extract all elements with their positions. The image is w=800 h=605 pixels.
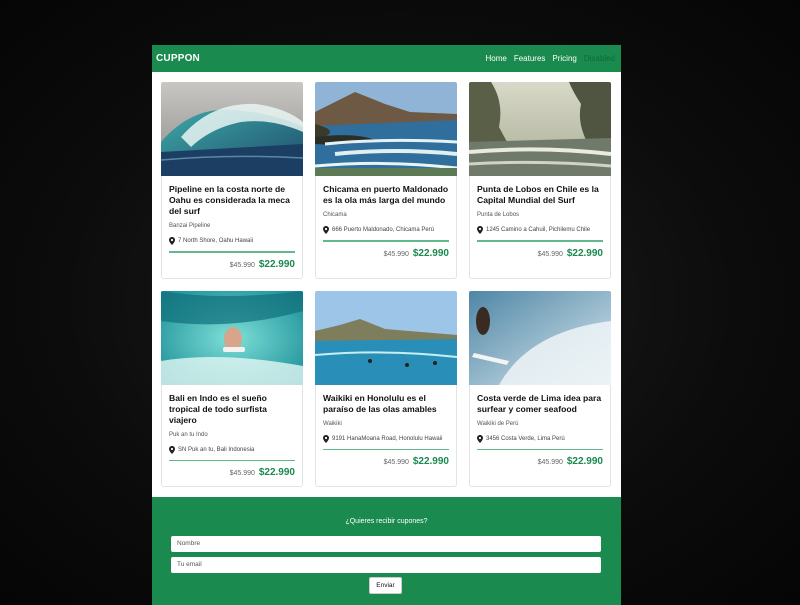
card-subtitle: Banzai Pipeline [169, 223, 211, 229]
card-title: Costa verde de Lima idea para surfear y … [477, 392, 602, 414]
cards-grid: Pipeline en la costa norte de Oahu es co… [152, 72, 621, 487]
address-text: 666 Puerto Maldonado, Chicama Perú [332, 227, 435, 233]
current-price: $22.990 [566, 456, 603, 467]
address-text: 1245 Camino a Cahuil, Pichilemu Chile [486, 227, 591, 233]
card-price: $45.990 $22.990 [477, 456, 603, 467]
coupon-card[interactable]: Bali en Indo es el sueño tropical de tod… [161, 290, 303, 487]
card-divider [323, 240, 449, 242]
submit-button[interactable]: Enviar [369, 577, 402, 594]
card-divider [169, 459, 295, 461]
map-pin-icon [477, 226, 483, 234]
card-image[interactable] [161, 82, 303, 176]
map-pin-icon [323, 226, 329, 234]
current-price: $22.990 [412, 247, 449, 259]
old-price: $45.990 [229, 261, 255, 269]
map-pin-icon [169, 445, 175, 454]
card-subtitle: Waikiki de Perú [477, 420, 519, 427]
card-price: $45.990 $22.990 [323, 456, 449, 467]
name-input[interactable]: Nombre [171, 536, 601, 552]
coupon-card[interactable]: Waikiki en Honolulu es el paraíso de las… [315, 290, 457, 487]
card-subtitle: Punta de Lobos [477, 212, 520, 218]
address-text: 9191 HanaMoana Road, Honolulu Hawaii [332, 435, 443, 442]
card-price: $45.990 $22.990 [169, 467, 295, 478]
old-price: $45.990 [383, 250, 409, 258]
card-subtitle: Puk an tu Indo [169, 431, 208, 438]
card-address: 1245 Camino a Cahuil, Pichilemu Chile [477, 226, 603, 234]
old-price: $45.990 [537, 459, 563, 466]
address-text: SN Puk an tu, Bali Indonesia [178, 446, 255, 453]
card-price: $45.990 $22.990 [477, 248, 603, 259]
card-image[interactable] [161, 290, 303, 385]
old-price: $45.990 [537, 250, 563, 258]
coupon-card[interactable]: Chicama en puerto Maldonado es la ola má… [315, 82, 457, 279]
email-input[interactable]: Tu email [171, 557, 601, 573]
map-pin-icon [477, 434, 483, 443]
card-address: SN Puk an tu, Bali Indonesia [169, 445, 295, 454]
card-title: Pipeline en la costa norte de Oahu es co… [169, 184, 290, 216]
card-subtitle: Waikiki [323, 420, 342, 427]
card-divider [323, 448, 449, 450]
card-divider [477, 448, 603, 450]
nav-pricing[interactable]: Pricing [552, 54, 576, 63]
nav-links: Home Features Pricing Disabled [485, 54, 615, 63]
current-price: $22.990 [566, 247, 603, 259]
map-pin-icon [169, 237, 175, 245]
card-address: 7 North Shore, Oahu Hawaii [169, 237, 295, 245]
coupon-card[interactable]: Costa verde de Lima idea para surfear y … [469, 290, 611, 487]
card-address: 9191 HanaMoana Road, Honolulu Hawaii [323, 434, 449, 443]
card-image[interactable] [315, 290, 457, 385]
navbar: CUPPON Home Features Pricing Disabled [152, 45, 621, 72]
card-image[interactable] [469, 290, 611, 385]
nav-disabled: Disabled [583, 54, 615, 63]
card-subtitle: Chicama [323, 212, 347, 218]
card-image[interactable] [315, 82, 457, 176]
brand-logo[interactable]: CUPPON [156, 53, 200, 64]
page: CUPPON Home Features Pricing Disabled Pi… [152, 45, 621, 605]
card-price: $45.990 $22.990 [323, 248, 449, 259]
current-price: $22.990 [412, 456, 449, 467]
coupon-card[interactable]: Punta de Lobos en Chile es la Capital Mu… [469, 82, 611, 279]
card-address: 3456 Costa Verde, Lima Perú [477, 434, 603, 443]
card-divider [169, 251, 295, 253]
card-title: Punta de Lobos en Chile es la Capital Mu… [477, 184, 599, 205]
nav-home[interactable]: Home [485, 54, 506, 63]
address-text: 3456 Costa Verde, Lima Perú [486, 435, 565, 442]
old-price: $45.990 [229, 470, 255, 477]
card-title: Chicama en puerto Maldonado es la ola má… [323, 184, 449, 205]
current-price: $22.990 [258, 258, 295, 270]
newsletter-title: ¿Quieres recibir cupones? [345, 518, 428, 525]
card-address: 666 Puerto Maldonado, Chicama Perú [323, 226, 449, 234]
nav-features[interactable]: Features [514, 54, 546, 63]
card-title: Waikiki en Honolulu es el paraíso de las… [323, 392, 437, 414]
card-image[interactable] [469, 82, 611, 176]
card-price: $45.990 $22.990 [169, 259, 295, 270]
coupon-card[interactable]: Pipeline en la costa norte de Oahu es co… [161, 82, 303, 279]
address-text: 7 North Shore, Oahu Hawaii [178, 238, 254, 244]
card-title: Bali en Indo es el sueño tropical de tod… [169, 392, 267, 425]
map-pin-icon [323, 434, 329, 443]
current-price: $22.990 [258, 467, 295, 478]
card-divider [477, 240, 603, 242]
newsletter-footer: ¿Quieres recibir cupones? Nombre Tu emai… [152, 497, 621, 605]
old-price: $45.990 [383, 459, 409, 466]
